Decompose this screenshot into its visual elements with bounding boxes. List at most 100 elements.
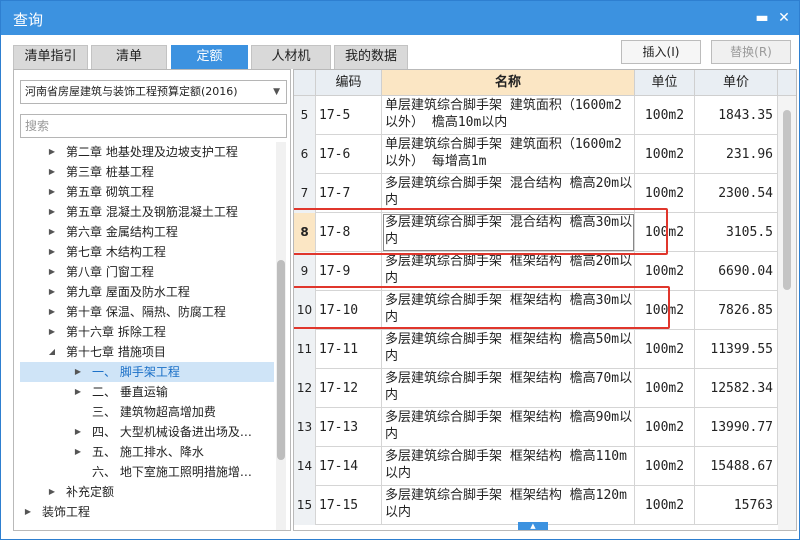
header-unit[interactable]: 单位 xyxy=(635,70,695,96)
cell-code[interactable]: 17-15 xyxy=(316,486,382,525)
table-row[interactable]: 5 17-5 单层建筑综合脚手架 建筑面积（1600m2以外） 檐高10m以内 … xyxy=(294,96,778,135)
expand-icon[interactable]: ▶ xyxy=(73,382,83,402)
tree-node[interactable]: ▶ 第三章 桩基工程 xyxy=(20,162,274,182)
cell-price[interactable]: 11399.55 xyxy=(695,330,778,369)
expand-icon[interactable]: ▶ xyxy=(73,442,83,462)
tree-node[interactable]: ▶ 二、 垂直运输 xyxy=(20,382,274,402)
cell-unit[interactable]: 100m2 xyxy=(635,486,695,525)
header-price[interactable]: 单价 xyxy=(695,70,778,96)
tree-node[interactable]: ◢ 第十七章 措施项目 xyxy=(20,342,274,362)
tree-node[interactable]: 三、 建筑物超高增加费 xyxy=(20,402,274,422)
cell-unit[interactable]: 100m2 xyxy=(635,330,695,369)
tree-node[interactable]: ▶ 第二章 地基处理及边坡支护工程 xyxy=(20,142,274,162)
tree-node[interactable]: ▶ 第八章 门窗工程 xyxy=(20,262,274,282)
cell-code[interactable]: 17-13 xyxy=(316,408,382,447)
tree-node[interactable]: ▶ 补充定额 xyxy=(20,482,274,502)
cell-price[interactable]: 2300.54 xyxy=(695,174,778,213)
collapse-icon[interactable]: ◢ xyxy=(47,342,57,362)
minimize-icon[interactable]: ▬ xyxy=(753,9,771,27)
expand-icon[interactable]: ▶ xyxy=(47,282,57,302)
tree-node[interactable]: ▶ 四、 大型机械设备进出场及… xyxy=(20,422,274,442)
quota-library-select[interactable]: 河南省房屋建筑与装饰工程预算定额(2016) ▼ xyxy=(20,80,287,104)
cell-code[interactable]: 17-14 xyxy=(316,447,382,486)
expand-icon[interactable]: ▶ xyxy=(23,502,33,522)
header-code[interactable]: 编码 xyxy=(316,70,382,96)
tab-quota[interactable]: 定额 xyxy=(171,45,248,69)
expand-icon[interactable]: ▶ xyxy=(73,362,83,382)
table-row[interactable]: 6 17-6 单层建筑综合脚手架 建筑面积（1600m2以外） 每增高1m 10… xyxy=(294,135,778,174)
tree-node[interactable]: ▶ 装饰工程 xyxy=(20,502,274,522)
cell-price[interactable]: 12582.34 xyxy=(695,369,778,408)
cell-name[interactable]: 多层建筑综合脚手架 框架结构 檐高90m以内 xyxy=(382,408,635,447)
cell-price[interactable]: 15763 xyxy=(695,486,778,525)
table-row[interactable]: 14 17-14 多层建筑综合脚手架 框架结构 檐高110m以内 100m2 1… xyxy=(294,447,778,486)
cell-code[interactable]: 17-12 xyxy=(316,369,382,408)
expand-icon[interactable]: ▶ xyxy=(47,242,57,262)
expand-icon[interactable]: ▶ xyxy=(73,422,83,442)
tree-node-selected[interactable]: ▶ 一、 脚手架工程 xyxy=(20,362,274,382)
tab-labor-material-machine[interactable]: 人材机 xyxy=(251,45,331,69)
insert-button[interactable]: 插入(I) xyxy=(621,40,701,64)
header-name[interactable]: 名称 xyxy=(382,70,635,96)
search-input[interactable]: 搜索 xyxy=(20,114,287,138)
collapse-handle-icon[interactable]: ▲ xyxy=(518,522,548,530)
table-scrollbar-thumb[interactable] xyxy=(783,110,791,290)
table-row[interactable]: 12 17-12 多层建筑综合脚手架 框架结构 檐高70m以内 100m2 12… xyxy=(294,369,778,408)
expand-icon[interactable]: ▶ xyxy=(47,182,57,202)
tree-node-label: 四、 大型机械设备进出场及… xyxy=(92,425,252,439)
cell-unit[interactable]: 100m2 xyxy=(635,96,695,135)
tree-node[interactable]: ▶ 第五章 混凝土及钢筋混凝土工程 xyxy=(20,202,274,222)
cell-code[interactable]: 17-11 xyxy=(316,330,382,369)
expand-icon[interactable]: ▶ xyxy=(47,142,57,162)
cell-unit[interactable]: 100m2 xyxy=(635,408,695,447)
cell-name[interactable]: 单层建筑综合脚手架 建筑面积（1600m2以外） 檐高10m以内 xyxy=(382,96,635,135)
cell-name[interactable]: 多层建筑综合脚手架 框架结构 檐高50m以内 xyxy=(382,330,635,369)
expand-icon[interactable]: ▶ xyxy=(47,322,57,342)
cell-name[interactable]: 多层建筑综合脚手架 框架结构 檐高70m以内 xyxy=(382,369,635,408)
tree-node[interactable]: ▶ 第七章 木结构工程 xyxy=(20,242,274,262)
replace-button[interactable]: 替换(R) xyxy=(711,40,791,64)
cell-code[interactable]: 17-5 xyxy=(316,96,382,135)
chevron-down-icon[interactable]: ▼ xyxy=(273,81,280,103)
cell-unit[interactable]: 100m2 xyxy=(635,135,695,174)
cell-unit[interactable]: 100m2 xyxy=(635,447,695,486)
tab-list-guide[interactable]: 清单指引 xyxy=(13,45,88,69)
cell-price[interactable]: 3105.5 xyxy=(695,213,778,252)
cell-price[interactable]: 7826.85 xyxy=(695,291,778,330)
cell-name[interactable]: 单层建筑综合脚手架 建筑面积（1600m2以外） 每增高1m xyxy=(382,135,635,174)
quota-library-value: 河南省房屋建筑与装饰工程预算定额(2016) xyxy=(25,85,238,98)
cell-name[interactable]: 多层建筑综合脚手架 框架结构 檐高110m以内 xyxy=(382,447,635,486)
cell-price[interactable]: 231.96 xyxy=(695,135,778,174)
table-row[interactable]: 11 17-11 多层建筑综合脚手架 框架结构 檐高50m以内 100m2 11… xyxy=(294,330,778,369)
cell-price[interactable]: 15488.67 xyxy=(695,447,778,486)
table-row[interactable]: 13 17-13 多层建筑综合脚手架 框架结构 檐高90m以内 100m2 13… xyxy=(294,408,778,447)
close-icon[interactable]: ✕ xyxy=(775,9,793,27)
tree-node[interactable]: 六、 地下室施工照明措施增… xyxy=(20,462,274,482)
cell-code[interactable]: 17-6 xyxy=(316,135,382,174)
tree-scrollbar[interactable] xyxy=(276,142,286,530)
tree-node[interactable]: ▶ 第五章 砌筑工程 xyxy=(20,182,274,202)
tree-node[interactable]: ▶ 五、 施工排水、降水 xyxy=(20,442,274,462)
expand-icon[interactable]: ▶ xyxy=(47,162,57,182)
title-bar[interactable]: 查询 ▬ ✕ xyxy=(1,1,799,35)
cell-name[interactable]: 多层建筑综合脚手架 框架结构 檐高120m以内 xyxy=(382,486,635,525)
table-scrollbar[interactable] xyxy=(778,96,796,530)
expand-icon[interactable]: ▶ xyxy=(47,302,57,322)
expand-icon[interactable]: ▶ xyxy=(47,222,57,242)
tree-node-label: 第六章 金属结构工程 xyxy=(66,225,178,239)
cell-unit[interactable]: 100m2 xyxy=(635,369,695,408)
cell-price[interactable]: 1843.35 xyxy=(695,96,778,135)
tree-scrollbar-thumb[interactable] xyxy=(277,260,285,460)
tree-node[interactable]: ▶ 第十六章 拆除工程 xyxy=(20,322,274,342)
expand-icon[interactable]: ▶ xyxy=(47,482,57,502)
tree-node[interactable]: ▶ 第十章 保温、隔热、防腐工程 xyxy=(20,302,274,322)
expand-icon[interactable]: ▶ xyxy=(47,202,57,222)
tab-my-data[interactable]: 我的数据 xyxy=(334,45,408,69)
tree-node[interactable]: ▶ 第六章 金属结构工程 xyxy=(20,222,274,242)
tab-list[interactable]: 清单 xyxy=(91,45,167,69)
cell-price[interactable]: 6690.04 xyxy=(695,252,778,291)
cell-price[interactable]: 13990.77 xyxy=(695,408,778,447)
tree-node[interactable]: ▶ 第九章 屋面及防水工程 xyxy=(20,282,274,302)
table-row[interactable]: 15 17-15 多层建筑综合脚手架 框架结构 檐高120m以内 100m2 1… xyxy=(294,486,778,525)
expand-icon[interactable]: ▶ xyxy=(47,262,57,282)
